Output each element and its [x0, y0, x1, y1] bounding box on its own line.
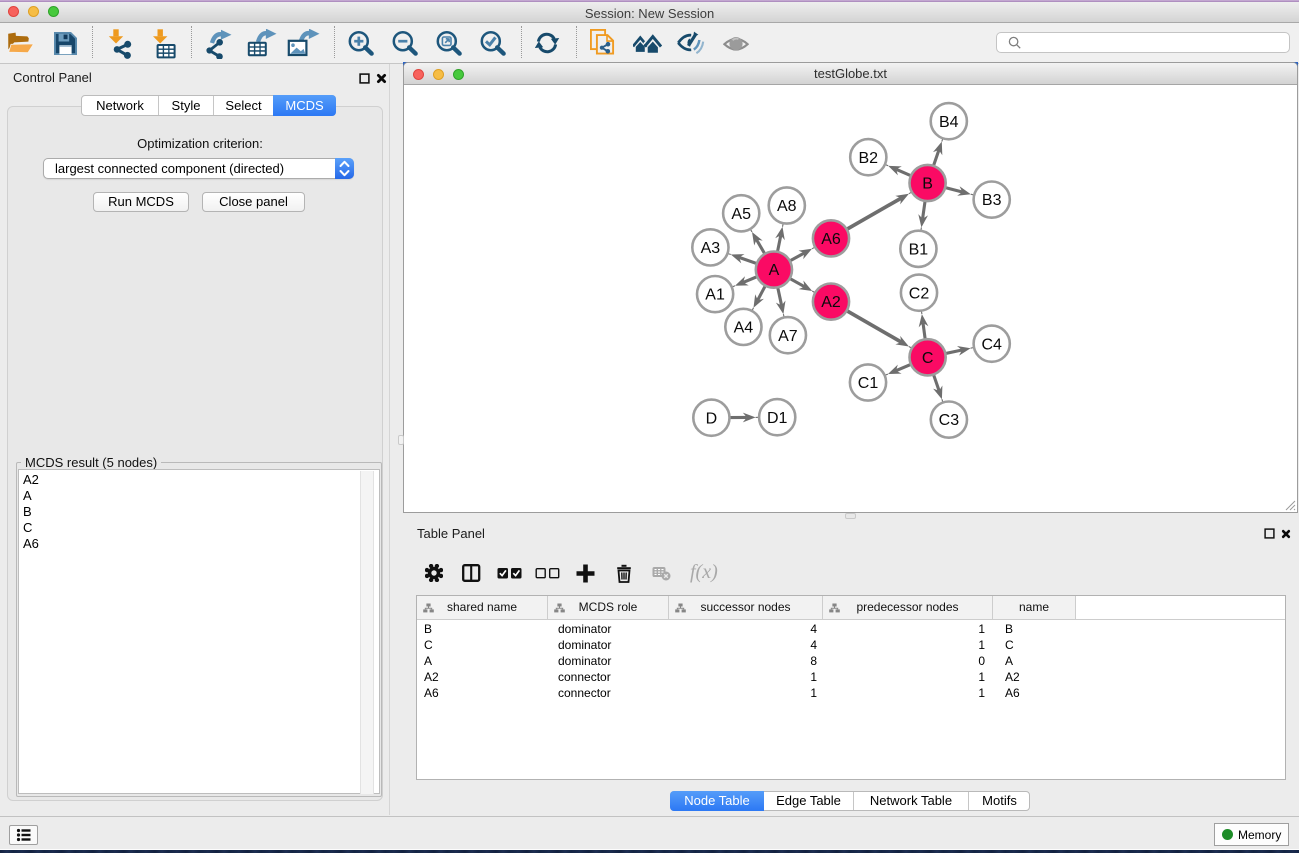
- svg-text:A2: A2: [821, 294, 841, 311]
- svg-text:A6: A6: [821, 231, 841, 248]
- svg-text:A3: A3: [701, 240, 721, 257]
- svg-text:B: B: [922, 176, 933, 193]
- svg-text:C3: C3: [939, 412, 960, 429]
- svg-text:D: D: [706, 410, 718, 427]
- svg-text:A1: A1: [705, 287, 725, 304]
- svg-text:A8: A8: [777, 198, 797, 215]
- svg-text:B1: B1: [909, 241, 929, 258]
- svg-text:C2: C2: [909, 285, 930, 302]
- svg-text:B3: B3: [982, 192, 1002, 209]
- svg-text:C: C: [922, 350, 934, 367]
- svg-text:A7: A7: [778, 328, 798, 345]
- svg-text:B2: B2: [859, 150, 879, 167]
- svg-text:C1: C1: [858, 375, 879, 392]
- svg-text:A5: A5: [731, 206, 751, 223]
- svg-text:C4: C4: [981, 336, 1002, 353]
- svg-text:D1: D1: [767, 410, 788, 427]
- svg-text:B4: B4: [939, 114, 959, 131]
- svg-text:A: A: [769, 262, 780, 279]
- svg-text:A4: A4: [734, 320, 754, 337]
